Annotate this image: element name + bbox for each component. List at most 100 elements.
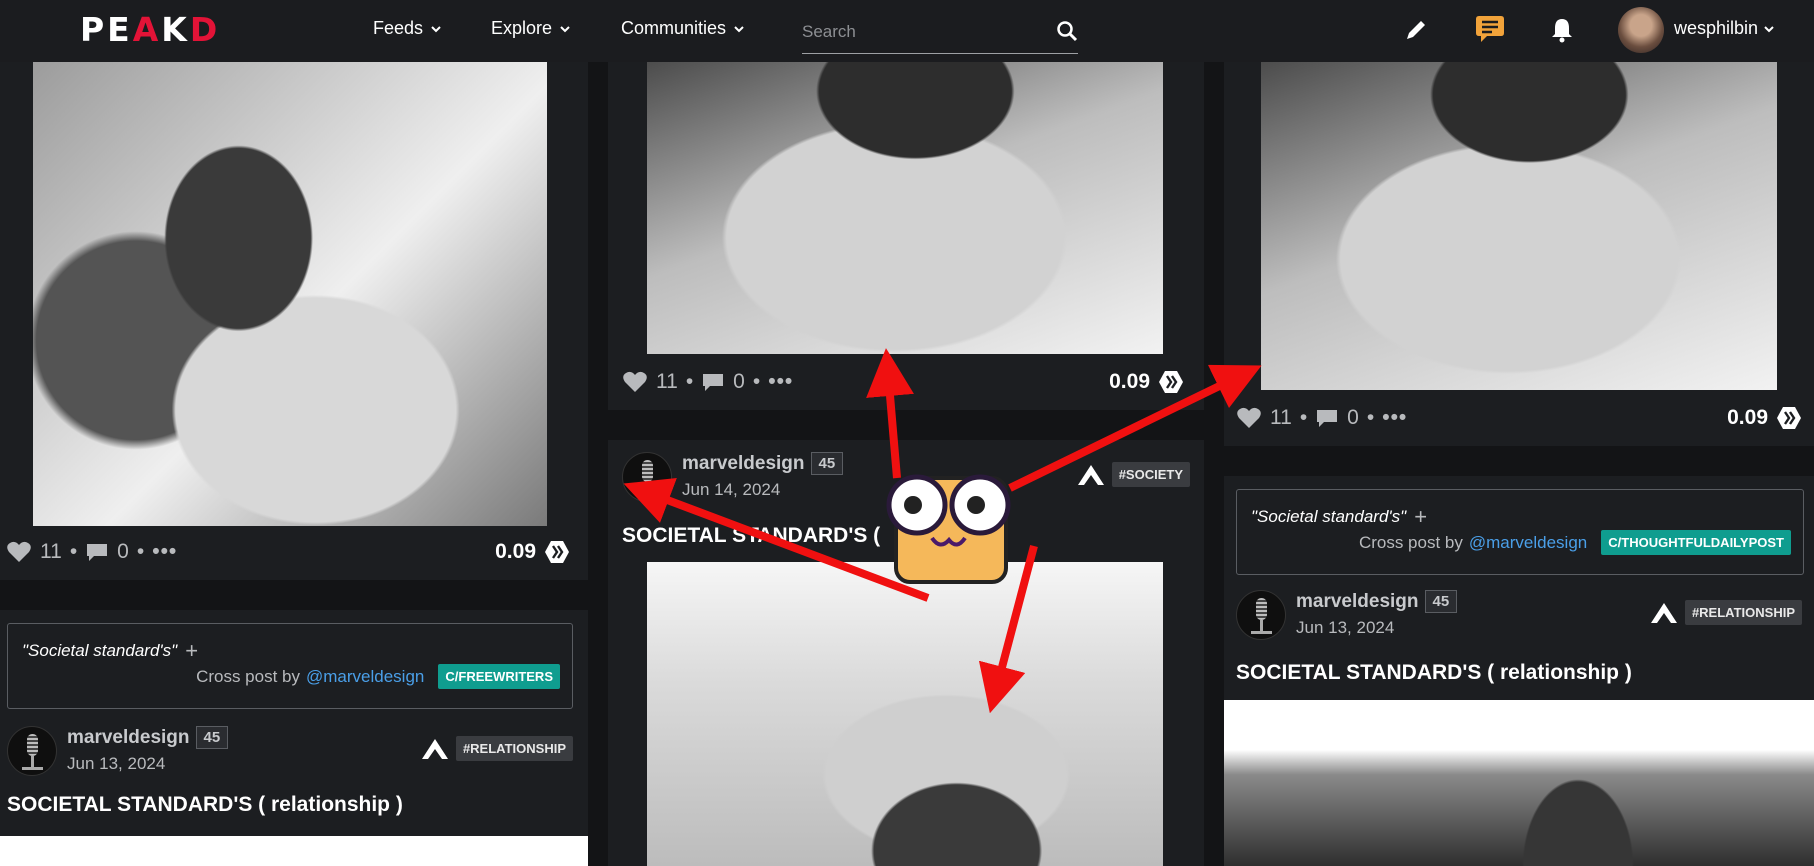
post-image[interactable]	[1224, 700, 1814, 866]
crosspost-community-tag[interactable]: C/FREEWRITERS	[438, 664, 560, 689]
hive-icon	[1159, 371, 1183, 393]
more-options-icon[interactable]: •••	[152, 540, 177, 564]
post-image[interactable]	[647, 562, 1163, 866]
comment-count[interactable]: 0	[117, 540, 129, 564]
crosspost-line: Cross post by @marveldesign C/FREEWRITER…	[196, 664, 560, 689]
nav-label: Explore	[491, 18, 553, 38]
community-tag[interactable]: #SOCIETY	[1111, 462, 1190, 487]
nav-explore[interactable]: Explore	[491, 18, 572, 39]
post-date[interactable]: Jun 13, 2024	[67, 754, 165, 774]
more-options-icon[interactable]: •••	[1382, 406, 1407, 430]
bell-icon[interactable]	[1547, 15, 1577, 45]
author-name[interactable]: marveldesign 45	[682, 452, 844, 475]
author-avatar[interactable]	[7, 726, 57, 776]
post-card: 11 • 0 • ••• 0.09	[1224, 62, 1814, 446]
nav-feeds[interactable]: Feeds	[373, 18, 443, 39]
vote-count[interactable]: 11	[40, 540, 62, 564]
payout-value: 0.09	[1727, 406, 1768, 429]
post-card: "Societal standard's" + Cross post by @m…	[0, 610, 588, 866]
community-icon	[421, 738, 448, 759]
post-title[interactable]: SOCIETAL STANDARD'S (	[622, 524, 880, 548]
separator: •	[1299, 406, 1308, 429]
nav-label: Communities	[621, 18, 727, 38]
plus-icon[interactable]: +	[185, 638, 198, 664]
pencil-icon[interactable]	[1401, 15, 1431, 45]
post-date[interactable]: Jun 13, 2024	[1296, 618, 1394, 638]
author-name[interactable]: marveldesign 45	[67, 726, 229, 749]
crosspost-author-link[interactable]: @marveldesign	[1469, 533, 1587, 553]
author-name[interactable]: marveldesign 45	[1296, 590, 1458, 613]
chevron-down-icon	[560, 25, 570, 32]
post-title[interactable]: SOCIETAL STANDARD'S ( relationship )	[1236, 661, 1632, 685]
crosspost-by: Cross post by	[196, 666, 300, 686]
post-actions: 11 • 0 • ••• 0.09	[1236, 398, 1814, 438]
heart-icon[interactable]	[1236, 406, 1262, 430]
user-avatar[interactable]	[1618, 7, 1664, 53]
reputation-badge: 45	[1424, 590, 1458, 613]
author-name-text: marveldesign	[67, 726, 190, 748]
post-image[interactable]	[33, 62, 547, 526]
plus-icon[interactable]: +	[1414, 504, 1427, 530]
author-avatar[interactable]	[622, 452, 672, 502]
payout[interactable]: 0.09	[1109, 369, 1184, 395]
comment-icon[interactable]	[85, 541, 109, 563]
separator: •	[1366, 406, 1375, 429]
community-icon	[1650, 602, 1677, 623]
chevron-down-icon	[734, 25, 744, 32]
heart-icon[interactable]	[622, 370, 648, 394]
post-card: 11 • 0 • ••• 0.09	[608, 62, 1204, 410]
nav-communities[interactable]: Communities	[621, 18, 746, 39]
vote-count[interactable]: 11	[1270, 406, 1292, 430]
more-options-icon[interactable]: •••	[768, 370, 793, 394]
chevron-down-icon	[1764, 25, 1774, 32]
chat-icon[interactable]	[1473, 13, 1507, 47]
post-card: 11 • 0 • ••• 0.09	[0, 62, 588, 580]
comment-icon[interactable]	[701, 371, 725, 393]
community-tag[interactable]: #RELATIONSHIP	[455, 736, 573, 761]
community-tag[interactable]: #RELATIONSHIP	[1684, 600, 1802, 625]
crosspost-title[interactable]: "Societal standard's" +	[22, 638, 198, 664]
user-menu[interactable]: wesphilbin	[1674, 18, 1776, 39]
post-card: "Societal standard's" + Cross post by @m…	[1224, 476, 1814, 866]
community-badge[interactable]: #SOCIETY	[1076, 462, 1190, 487]
separator: •	[69, 540, 78, 563]
vote-count[interactable]: 11	[656, 370, 678, 394]
community-badge[interactable]: #RELATIONSHIP	[420, 736, 573, 761]
comment-count[interactable]: 0	[1347, 406, 1359, 430]
top-navbar: PEAKD Feeds Explore Communities wesphilb…	[0, 0, 1814, 62]
post-date[interactable]: Jun 14, 2024	[682, 480, 780, 500]
crosspost-title-text: "Societal standard's"	[1251, 507, 1407, 526]
author-avatar[interactable]	[1236, 590, 1286, 640]
community-icon	[1077, 464, 1104, 485]
separator: •	[136, 540, 145, 563]
username-label: wesphilbin	[1674, 18, 1759, 38]
post-image[interactable]	[1261, 62, 1777, 390]
payout[interactable]: 0.09	[495, 539, 570, 565]
search-input[interactable]	[802, 12, 1042, 52]
search-icon[interactable]	[1056, 20, 1078, 42]
post-actions: 11 • 0 • ••• 0.09	[622, 362, 1196, 402]
crosspost-community-tag[interactable]: C/THOUGHTFULDAILYPOST	[1601, 530, 1791, 555]
search-box	[802, 12, 1078, 54]
peakd-logo[interactable]: PEAKD	[80, 10, 220, 49]
comment-count[interactable]: 0	[733, 370, 745, 394]
post-card: marveldesign 45 Jun 14, 2024 #SOCIETY SO…	[608, 440, 1204, 866]
payout-value: 0.09	[1109, 370, 1150, 393]
crosspost-author-link[interactable]: @marveldesign	[306, 667, 424, 687]
author-row: marveldesign 45 Jun 13, 2024 #RELATIONSH…	[1236, 590, 1802, 642]
reputation-badge: 45	[195, 726, 229, 749]
payout[interactable]: 0.09	[1727, 405, 1802, 431]
heart-icon[interactable]	[6, 540, 32, 564]
crosspost-by: Cross post by	[1358, 532, 1463, 552]
community-badge[interactable]: #RELATIONSHIP	[1649, 600, 1802, 625]
post-title[interactable]: SOCIETAL STANDARD'S ( relationship )	[7, 793, 403, 817]
comment-icon[interactable]	[1315, 407, 1339, 429]
hive-icon	[545, 541, 569, 563]
post-image[interactable]	[0, 836, 588, 866]
logo-text: K	[161, 10, 190, 49]
crosspost-title[interactable]: "Societal standard's" +	[1251, 504, 1427, 530]
hive-icon	[1777, 407, 1801, 429]
post-image[interactable]	[647, 62, 1163, 354]
crosspost-box: "Societal standard's" + Cross post by @m…	[7, 623, 573, 709]
crosspost-title-text: "Societal standard's"	[22, 641, 178, 660]
